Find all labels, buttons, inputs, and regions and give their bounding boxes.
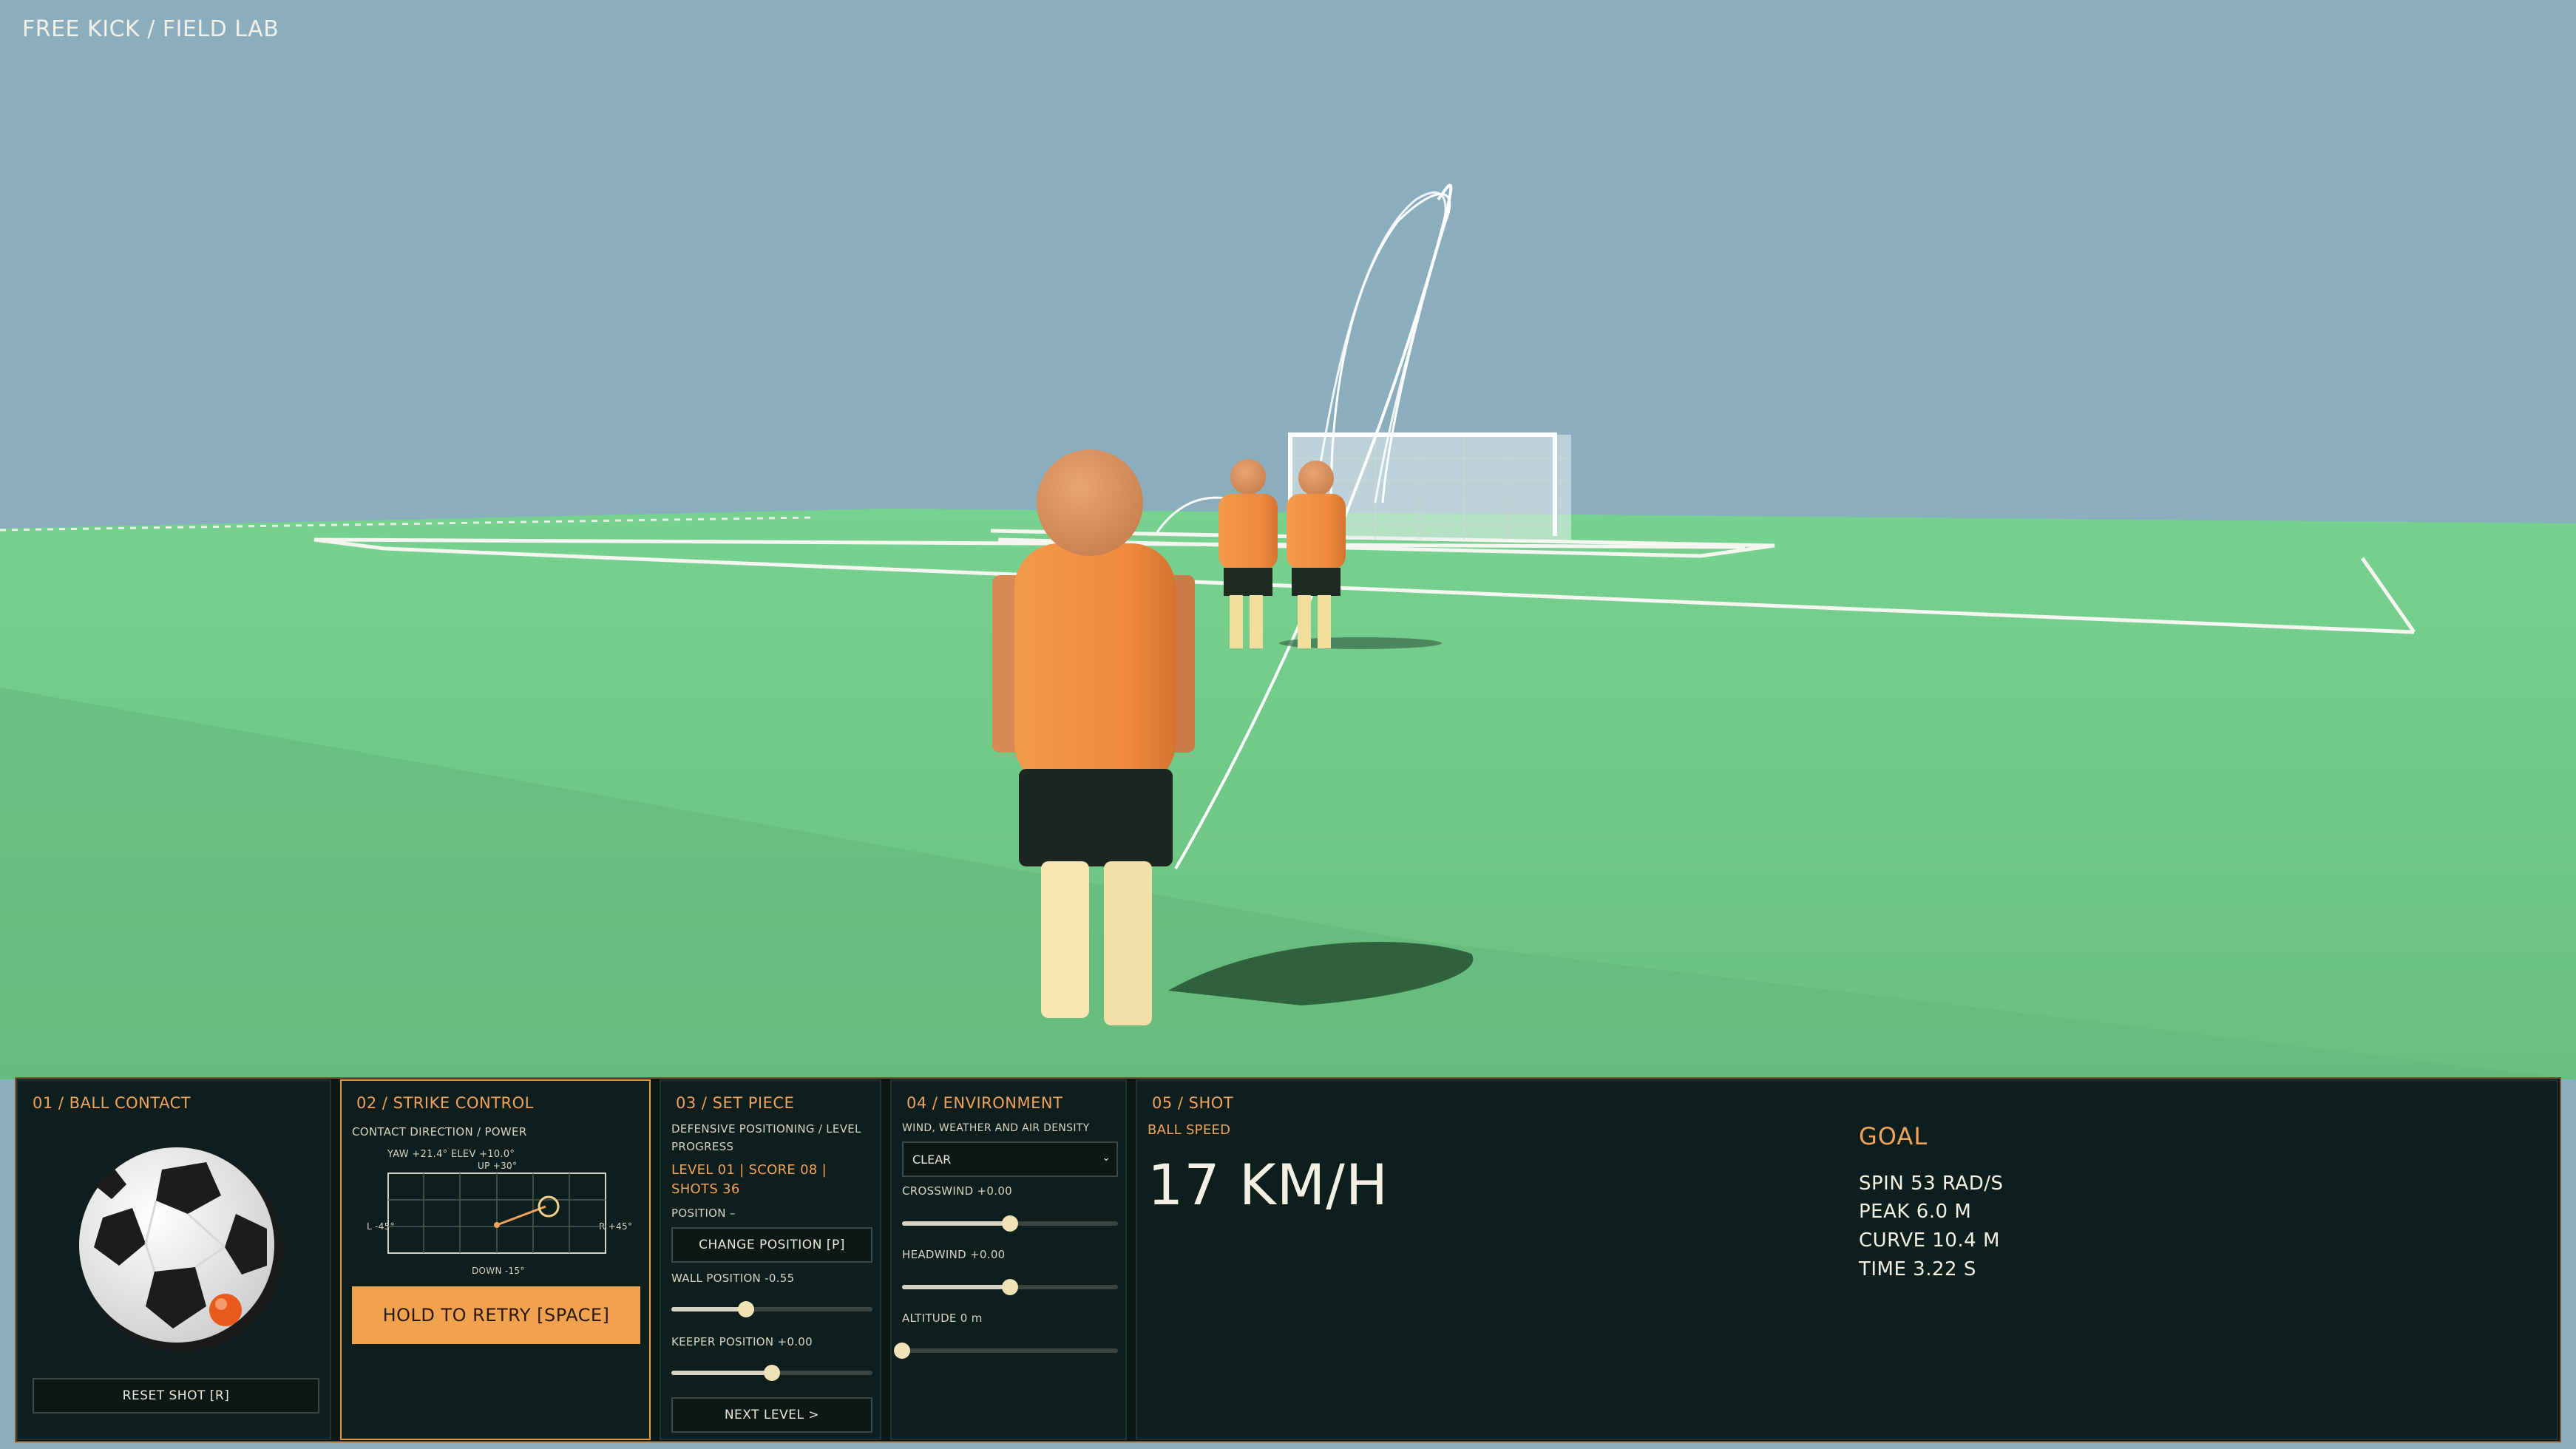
- headwind-slider-knob[interactable]: [1002, 1279, 1018, 1295]
- curve-stat: CURVE 10.4 M: [1859, 1229, 2000, 1252]
- set-piece-title: 03 / SET PIECE: [676, 1094, 795, 1112]
- reset-shot-button[interactable]: RESET SHOT [R]: [33, 1378, 319, 1414]
- environment-title: 04 / ENVIRONMENT: [906, 1094, 1063, 1112]
- strike-readout: YAW +21.4° ELEV +10.0°: [387, 1149, 515, 1160]
- altitude-slider[interactable]: [894, 1343, 1118, 1359]
- headwind-label: HEADWIND +0.00: [902, 1248, 1006, 1261]
- altitude-label: ALTITUDE 0 m: [902, 1311, 983, 1325]
- change-position-button[interactable]: CHANGE POSITION [P]: [671, 1227, 872, 1263]
- keeper-position-slider[interactable]: [671, 1365, 872, 1381]
- weather-selected-value: CLEAR: [912, 1152, 952, 1167]
- next-level-button[interactable]: NEXT LEVEL >: [671, 1397, 872, 1433]
- shot-title: 05 / SHOT: [1152, 1094, 1234, 1112]
- weather-select[interactable]: CLEAR ⌄: [902, 1141, 1118, 1177]
- shot-result: GOAL: [1859, 1122, 1928, 1150]
- contact-ball[interactable]: [73, 1140, 288, 1354]
- ball-speed-label: BALL SPEED: [1148, 1122, 1231, 1138]
- hold-to-retry-button[interactable]: HOLD TO RETRY [SPACE]: [352, 1286, 640, 1344]
- crosswind-slider-knob[interactable]: [1002, 1215, 1018, 1232]
- shot-card: 05 / SHOT BALL SPEED 17 KM/H GOAL SPIN 5…: [1136, 1079, 2558, 1440]
- environment-card: 04 / ENVIRONMENT WIND, WEATHER AND AIR D…: [890, 1079, 1127, 1440]
- set-piece-subtitle-1: DEFENSIVE POSITIONING / LEVEL: [671, 1122, 861, 1136]
- peak-stat: PEAK 6.0 M: [1859, 1201, 1972, 1223]
- wall-position-slider[interactable]: [671, 1301, 872, 1317]
- wall-position-slider-knob[interactable]: [737, 1301, 754, 1317]
- set-piece-subtitle-2: PROGRESS: [671, 1140, 734, 1153]
- ball-contact-card: 01 / BALL CONTACT RESET SHOT [R]: [16, 1079, 331, 1440]
- altitude-slider-knob[interactable]: [894, 1343, 910, 1359]
- time-stat: TIME 3.22 S: [1859, 1258, 1976, 1280]
- keeper-position-slider-knob[interactable]: [764, 1365, 780, 1381]
- shots-count: SHOTS 36: [671, 1181, 740, 1197]
- keeper-position-label: KEEPER POSITION +0.00: [671, 1335, 813, 1348]
- contact-point-marker[interactable]: [209, 1294, 242, 1326]
- spin-stat: SPIN 53 RAD/S: [1859, 1173, 2004, 1195]
- position-status: POSITION –: [671, 1207, 736, 1220]
- ball-speed-value: 17 KM/H: [1148, 1152, 1389, 1218]
- set-piece-card: 03 / SET PIECE DEFENSIVE POSITIONING / L…: [660, 1079, 881, 1440]
- strike-control-card: 02 / STRIKE CONTROL CONTACT DIRECTION / …: [340, 1079, 651, 1440]
- chevron-down-icon: ⌄: [1102, 1152, 1111, 1164]
- level-score-line: LEVEL 01 | SCORE 08 |: [671, 1162, 827, 1178]
- strike-control-title: 02 / STRIKE CONTROL: [356, 1094, 534, 1112]
- wall-position-label: WALL POSITION -0.55: [671, 1272, 795, 1285]
- ball-contact-title: 01 / BALL CONTACT: [33, 1094, 191, 1112]
- crosswind-slider[interactable]: [902, 1215, 1118, 1232]
- aim-down-label: DOWN -15°: [472, 1266, 525, 1276]
- headwind-slider[interactable]: [902, 1279, 1118, 1295]
- game-title: FREE KICK / FIELD LAB: [22, 16, 279, 42]
- aim-up-label: UP +30°: [478, 1161, 518, 1171]
- environment-subtitle: WIND, WEATHER AND AIR DENSITY: [902, 1122, 1090, 1134]
- crosswind-label: CROSSWIND +0.00: [902, 1184, 1013, 1198]
- aim-grid[interactable]: [387, 1173, 606, 1254]
- strike-subtitle: CONTACT DIRECTION / POWER: [352, 1125, 527, 1138]
